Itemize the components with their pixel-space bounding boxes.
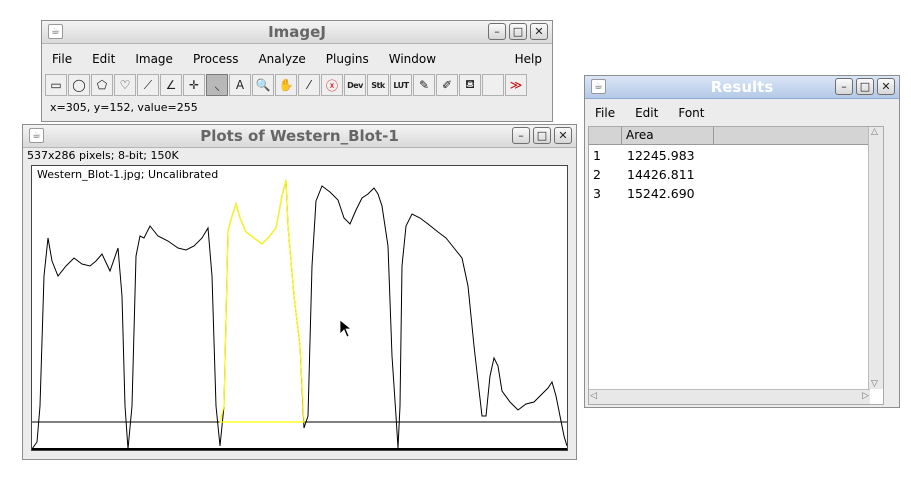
menu-help[interactable]: Help [505, 52, 552, 66]
polygon-tool-icon[interactable]: ⬠ [91, 74, 113, 96]
area-value: 14426.811 [627, 167, 695, 182]
lut-tool-icon[interactable]: LUT [390, 74, 412, 96]
text-tool-icon[interactable]: A [229, 74, 251, 96]
scroll-right-icon[interactable]: ▷ [862, 391, 869, 401]
wand-tool-icon-glyph: ⸜ [213, 78, 220, 93]
menu-plugins[interactable]: Plugins [316, 52, 379, 66]
close-button[interactable]: ✕ [554, 127, 572, 144]
imagej-menubar: File Edit Image Process Analyze Plugins Window… [42, 48, 552, 70]
mouse-cursor-icon [339, 319, 353, 338]
results-window: ☕ Results – □ ✕ File Edit Font Area 1 12245… [584, 75, 900, 408]
table-row[interactable]: 1 12245.983 [589, 146, 870, 165]
imagej-toolbar: ▭ ◯ ⬠ ♡ ⟋ ∠ ✛ ⸜ A 🔍 ✋ ⁄ ⓧ Dev Stk LUT ✎ ✐ ⛾ ≫ [45, 73, 549, 97]
stk-tool-icon[interactable]: Stk [367, 74, 389, 96]
point-tool-icon-glyph: ✛ [188, 78, 200, 92]
menu-file[interactable]: File [585, 106, 625, 120]
magnifier-tool-icon-glyph: 🔍 [255, 78, 271, 92]
dev-tool-icon[interactable]: Dev [344, 74, 366, 96]
window-title: Plots of Western_Blot-1 [200, 127, 399, 145]
menu-process[interactable]: Process [183, 52, 249, 66]
minimize-button[interactable]: – [835, 78, 853, 95]
angle-tool-icon-glyph: ∠ [165, 78, 177, 92]
menu-analyze[interactable]: Analyze [248, 52, 315, 66]
line-tool-icon-glyph: ⟋ [143, 77, 153, 92]
maximize-button[interactable]: □ [856, 78, 874, 95]
area-value: 15242.690 [627, 186, 695, 201]
freehand-tool-icon[interactable]: ♡ [114, 74, 136, 96]
menu-font[interactable]: Font [668, 106, 714, 120]
close-x-tool-icon[interactable]: ⓧ [321, 74, 343, 96]
plot-window: ☕ Plots of Western_Blot-1 – □ ✕ 537x286 … [22, 124, 577, 460]
dropper-tool-icon[interactable]: ⁄ [298, 74, 320, 96]
maximize-button[interactable]: □ [533, 127, 551, 144]
scroll-up-icon[interactable]: △ [871, 127, 878, 137]
menu-edit[interactable]: Edit [625, 106, 668, 120]
lut-tool-icon-glyph: LUT [393, 80, 409, 90]
menu-window[interactable]: Window [379, 52, 446, 66]
horizontal-scrollbar[interactable]: ◁ ▷ [589, 389, 870, 404]
scroll-down-icon[interactable]: ▽ [871, 379, 878, 389]
profile-curve [32, 179, 567, 450]
more-tools-icon[interactable]: ≫ [505, 74, 527, 96]
minimize-button[interactable]: – [512, 127, 530, 144]
magnifier-tool-icon[interactable]: 🔍 [252, 74, 274, 96]
row-number: 3 [593, 186, 601, 201]
hand-tool-icon-glyph: ✋ [278, 78, 294, 92]
close-button[interactable]: ✕ [877, 78, 895, 95]
imagej-window: ☕ ImageJ – □ ✕ File Edit Image Process Analy… [41, 20, 553, 122]
status-readout: x=305, y=152, value=255 [50, 101, 198, 114]
stk-tool-icon-glyph: Stk [371, 80, 385, 90]
window-title: ImageJ [268, 23, 326, 41]
blank-tool-icon[interactable] [482, 74, 504, 96]
more-tools-icon-glyph: ≫ [509, 78, 523, 92]
wand-tool-icon[interactable]: ⸜ [206, 74, 228, 96]
flood-fill-tool-icon-glyph: ⛾ [465, 77, 475, 91]
row-number: 1 [593, 148, 601, 163]
brush-tool-icon-glyph: ✐ [441, 78, 453, 92]
selected-peak-outline [219, 179, 305, 423]
dev-tool-icon-glyph: Dev [347, 80, 363, 90]
profile-plot-svg [32, 179, 567, 450]
brush-tool-icon[interactable]: ✐ [436, 74, 458, 96]
pencil-tool-icon[interactable]: ✎ [413, 74, 435, 96]
vertical-scrollbar[interactable]: △ ▽ [868, 127, 883, 389]
results-menubar: File Edit Font [585, 102, 899, 124]
maximize-button[interactable]: □ [509, 23, 527, 40]
text-tool-icon-glyph: A [235, 78, 245, 92]
minimize-button[interactable]: – [488, 23, 506, 40]
area-value: 12245.983 [627, 148, 695, 163]
dropper-tool-icon-glyph: ⁄ [307, 78, 310, 92]
oval-tool-icon[interactable]: ◯ [68, 74, 90, 96]
menu-file[interactable]: File [42, 52, 82, 66]
results-table[interactable]: Area 1 12245.983 2 14426.811 3 15242.690 △ ▽ … [588, 126, 884, 405]
flood-fill-tool-icon[interactable]: ⛾ [459, 74, 481, 96]
menu-edit[interactable]: Edit [82, 52, 125, 66]
menu-image[interactable]: Image [125, 52, 183, 66]
pencil-tool-icon-glyph: ✎ [418, 78, 430, 92]
hand-tool-icon[interactable]: ✋ [275, 74, 297, 96]
profile-plot-canvas[interactable]: Western_Blot-1.jpg; Uncalibrated [31, 165, 568, 451]
plot-titlebar[interactable]: ☕ Plots of Western_Blot-1 – □ ✕ [23, 125, 576, 148]
close-button[interactable]: ✕ [530, 23, 548, 40]
line-tool-icon[interactable]: ⟋ [137, 74, 159, 96]
polygon-tool-icon-glyph: ⬠ [96, 78, 108, 92]
rectangle-tool-icon[interactable]: ▭ [45, 74, 67, 96]
column-header-area[interactable]: Area [622, 127, 714, 144]
image-info: 537x286 pixels; 8-bit; 150K [27, 149, 179, 162]
rectangle-tool-icon-glyph: ▭ [50, 78, 62, 92]
row-number: 2 [593, 167, 601, 182]
results-titlebar[interactable]: ☕ Results – □ ✕ [585, 76, 899, 99]
angle-tool-icon[interactable]: ∠ [160, 74, 182, 96]
close-x-tool-icon-glyph: ⓧ [325, 78, 338, 93]
table-row[interactable]: 3 15242.690 [589, 184, 870, 203]
results-header: Area [589, 127, 870, 145]
freehand-tool-icon-glyph: ♡ [119, 78, 131, 92]
row-number-header [589, 127, 622, 144]
point-tool-icon[interactable]: ✛ [183, 74, 205, 96]
table-row[interactable]: 2 14426.811 [589, 165, 870, 184]
imagej-titlebar[interactable]: ☕ ImageJ – □ ✕ [42, 21, 552, 44]
scroll-left-icon[interactable]: ◁ [590, 391, 597, 401]
oval-tool-icon-glyph: ◯ [72, 78, 86, 92]
